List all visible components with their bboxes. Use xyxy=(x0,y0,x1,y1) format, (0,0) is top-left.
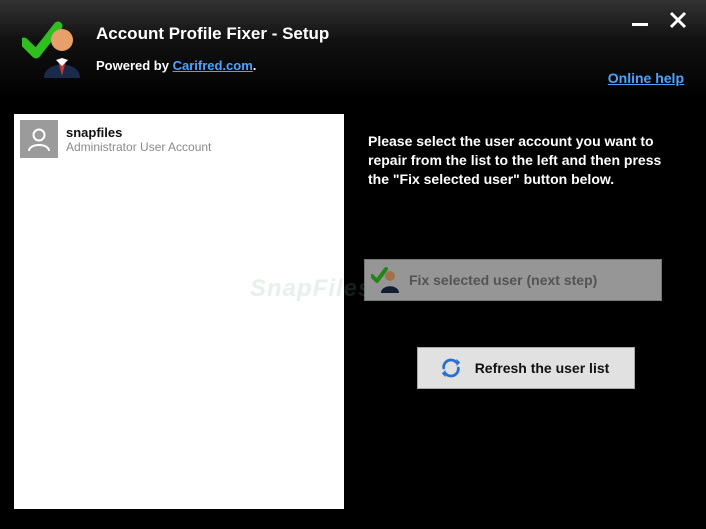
app-title: Account Profile Fixer - Setup xyxy=(96,24,329,44)
title-bar: Account Profile Fixer - Setup Powered by… xyxy=(0,0,706,100)
fix-selected-user-button[interactable]: Fix selected user (next step) xyxy=(364,259,662,301)
close-button[interactable] xyxy=(668,10,688,30)
refresh-user-list-button[interactable]: Refresh the user list xyxy=(417,347,635,389)
user-text: snapfiles Administrator User Account xyxy=(66,125,211,154)
user-list-panel[interactable]: snapfiles Administrator User Account xyxy=(14,114,344,509)
fix-button-label: Fix selected user (next step) xyxy=(409,272,597,288)
user-name: snapfiles xyxy=(66,125,211,140)
user-list-item[interactable]: snapfiles Administrator User Account xyxy=(14,114,344,164)
fix-user-icon xyxy=(371,266,399,294)
refresh-button-label: Refresh the user list xyxy=(475,360,610,376)
right-pane: Please select the user account you want … xyxy=(364,114,688,509)
user-avatar-icon xyxy=(20,120,58,158)
minimize-button[interactable] xyxy=(630,10,650,30)
powered-by-line: Powered by Carifred.com. xyxy=(96,58,329,73)
window-controls xyxy=(630,10,688,30)
user-role: Administrator User Account xyxy=(66,140,211,154)
powered-prefix: Powered by xyxy=(96,58,173,73)
body-area: snapfiles Administrator User Account Ple… xyxy=(0,100,706,529)
powered-suffix: . xyxy=(253,58,257,73)
instruction-text: Please select the user account you want … xyxy=(364,132,688,189)
close-icon xyxy=(669,11,687,29)
app-window: Account Profile Fixer - Setup Powered by… xyxy=(0,0,706,529)
online-help-link[interactable]: Online help xyxy=(608,70,684,86)
app-logo-icon xyxy=(22,20,82,80)
refresh-icon xyxy=(437,354,465,382)
title-stack: Account Profile Fixer - Setup Powered by… xyxy=(96,20,329,73)
carifred-link[interactable]: Carifred.com xyxy=(173,58,253,73)
minimize-icon xyxy=(631,11,649,29)
